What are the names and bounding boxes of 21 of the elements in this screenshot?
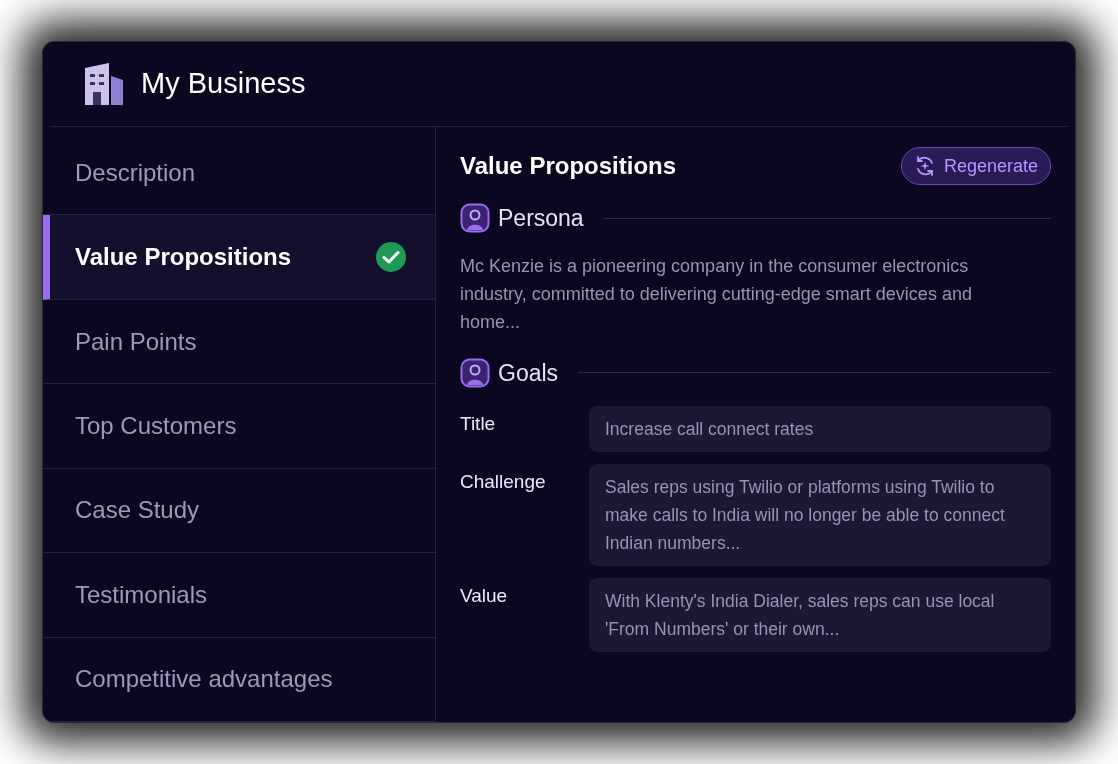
sidebar-item[interactable]: Testimonials xyxy=(43,553,435,638)
section-heading: Goals xyxy=(498,358,559,388)
field-label: Title xyxy=(460,412,497,436)
sidebar-item[interactable]: Case Study xyxy=(43,468,435,554)
person-icon xyxy=(460,203,490,234)
text-field[interactable]: With Klenty's India Dialer, sales reps can use local 'From Numbers' or their own... xyxy=(589,578,1051,652)
content-title: Value Propositions xyxy=(460,151,677,181)
persona-description: Mc Kenzie is a pioneering company in the consumer electronics industry, committed to delivering cutting-edge smart devices and home... xyxy=(460,254,973,334)
page-title: My Business xyxy=(141,66,306,102)
sidebar-item[interactable]: Value Propositions xyxy=(43,215,435,300)
field-label: Value xyxy=(460,584,509,608)
sidebar-item[interactable]: Pain Points xyxy=(43,299,435,385)
field-label: Challenge xyxy=(460,470,547,494)
person-icon xyxy=(460,357,490,388)
text-field[interactable]: Sales reps using Twilio or platforms using Twilio to make calls to India will no longer be able to connect Indian numbers... xyxy=(589,464,1051,566)
regenerate-button[interactable]: Regenerate xyxy=(900,147,1051,185)
text-field[interactable]: Increase call connect rates xyxy=(589,406,1051,452)
section-heading: Persona xyxy=(498,204,584,233)
sidebar-item[interactable]: Top Customers xyxy=(43,384,435,469)
sidebar-item[interactable]: Competitive advantages xyxy=(43,637,435,722)
building-icon xyxy=(83,62,125,106)
